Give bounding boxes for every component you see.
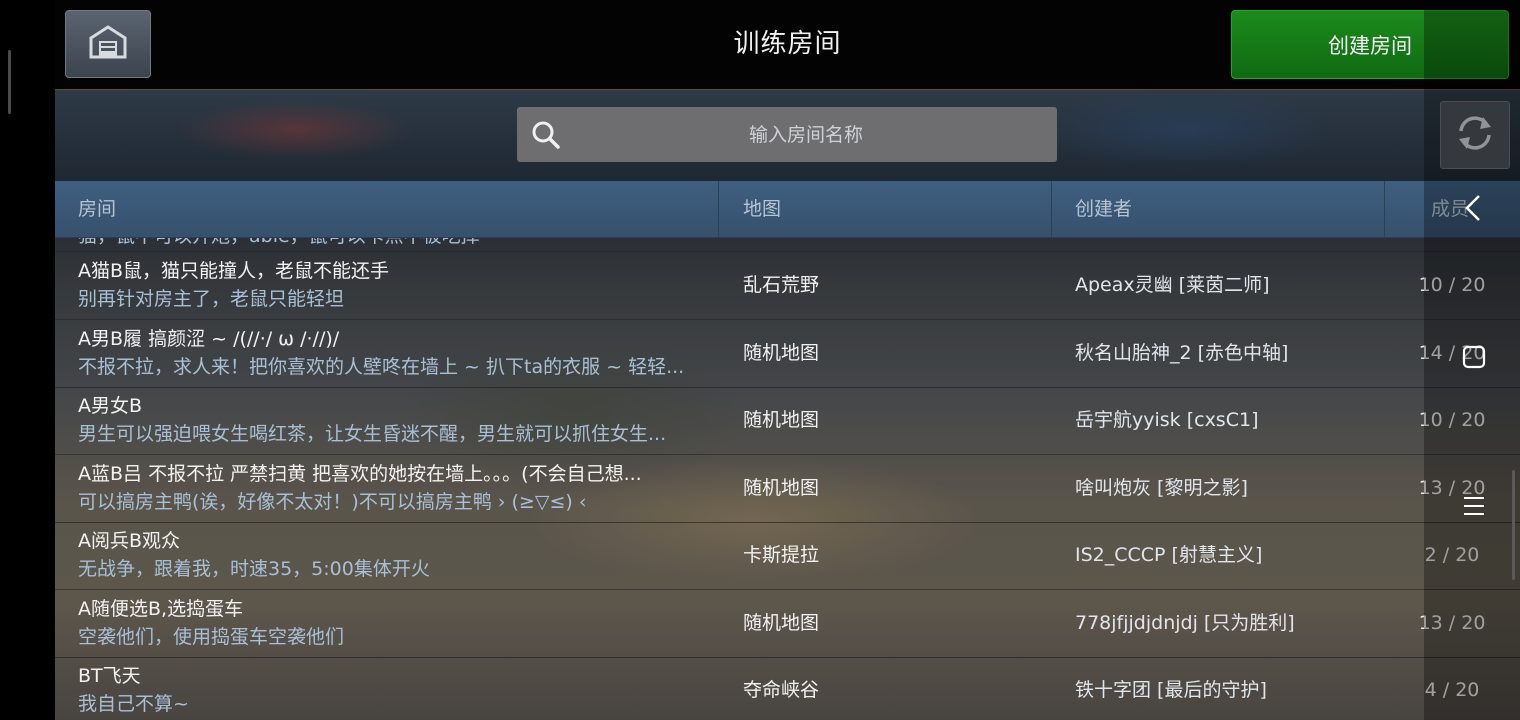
column-divider bbox=[718, 181, 719, 237]
table-header: 房间 地图 创建者 成员 bbox=[55, 181, 1520, 238]
search-input[interactable] bbox=[517, 107, 1057, 162]
room-map: 卡斯提拉 bbox=[743, 544, 820, 566]
room-map: 随机地图 bbox=[743, 409, 820, 431]
room-description: 可以搞房主鸭(诶，好像不太对！)不可以搞房主鸭 › (≥▽≤) ‹ bbox=[78, 491, 587, 513]
room-description: 不报不拉，求人来！把你喜欢的人壁咚在墙上 ~ 扒下ta的衣服 ~ 轻轻... bbox=[78, 356, 685, 378]
side-handle[interactable] bbox=[8, 50, 11, 114]
top-bar: 训练房间 创建房间 bbox=[55, 0, 1520, 90]
table-row[interactable]: A随便选B,选捣蛋车空袭他们，使用捣蛋车空袭他们 随机地图 778jfjjdjd… bbox=[55, 590, 1520, 658]
room-name: BT飞天 bbox=[78, 665, 141, 687]
table-row[interactable]: A男女B 男生可以强迫喂女生喝红茶，让女生昏迷不醒，男生就可以抓住女生... 随机… bbox=[55, 387, 1520, 455]
room-description: 男生可以强迫喂女生喝红茶，让女生昏迷不醒，男生就可以抓住女生... bbox=[78, 423, 667, 445]
table-row[interactable]: A阅兵B观众无战争，跟着我，时速35，5:00集体开火 卡斯提拉 IS2_CCC… bbox=[55, 522, 1520, 590]
room-map: 随机地图 bbox=[743, 342, 820, 364]
room-members: 10 / 20 bbox=[1418, 274, 1486, 296]
back-button[interactable] bbox=[1456, 192, 1492, 228]
room-name: A男女B bbox=[78, 395, 143, 417]
column-divider bbox=[1051, 181, 1052, 237]
search-box[interactable] bbox=[517, 107, 1057, 162]
scrollbar[interactable] bbox=[1512, 470, 1515, 580]
column-header-room[interactable]: 房间 bbox=[78, 181, 116, 237]
room-creator: 铁十字团 [最后的守护] bbox=[1075, 679, 1267, 701]
back-icon bbox=[1462, 193, 1486, 227]
table-row[interactable]: A男B履 搞颜涩 ~ /(//·/ ω /·//)/ 不报不拉，求人来！把你喜欢的… bbox=[55, 320, 1520, 388]
home-button[interactable] bbox=[65, 10, 151, 78]
refresh-icon bbox=[1453, 111, 1497, 159]
room-members: 4 / 20 bbox=[1424, 679, 1480, 701]
table-row[interactable]: 猫，鼠不可以开炮，able，鼠可以卡点不被吃掉 bbox=[55, 238, 1520, 252]
create-room-button[interactable]: 创建房间 bbox=[1231, 10, 1509, 79]
column-header-map[interactable]: 地图 bbox=[743, 181, 781, 237]
room-members: 10 / 20 bbox=[1418, 409, 1486, 431]
room-name: A随便选B,选捣蛋车 bbox=[78, 598, 244, 620]
room-creator: 778jfjjdjdnjdj [只为胜利] bbox=[1075, 612, 1295, 634]
recent-apps-icon bbox=[1461, 344, 1487, 374]
room-name: A蓝B吕 不报不拉 严禁扫黄 把喜欢的她按在墙上。。。(不会自己想... bbox=[78, 463, 642, 485]
menu-icon bbox=[1461, 494, 1487, 522]
room-map: 随机地图 bbox=[743, 612, 820, 634]
room-name: A男B履 搞颜涩 ~ /(//·/ ω /·//)/ bbox=[78, 328, 340, 350]
table-row[interactable]: A猫B鼠，猫只能撞人，老鼠不能还手 别再针对房主了，老鼠只能轻坦 乱石荒野 Ape… bbox=[55, 252, 1520, 320]
room-description: 无战争，跟着我，时速35，5:00集体开火 bbox=[78, 558, 430, 580]
garage-home-icon bbox=[88, 24, 128, 64]
left-edge bbox=[0, 0, 55, 720]
table-row[interactable]: BT飞天我自己不算~ 夺命峡谷 铁十字团 [最后的守护] 4 / 20 bbox=[55, 657, 1520, 720]
room-members: 13 / 20 bbox=[1418, 612, 1486, 634]
recent-apps-button[interactable] bbox=[1456, 341, 1492, 377]
room-description: 别再针对房主了，老鼠只能轻坦 bbox=[78, 288, 345, 310]
background-blur bbox=[1035, 90, 1335, 170]
background-blur bbox=[175, 100, 415, 160]
room-description: 空袭他们，使用捣蛋车空袭他们 bbox=[78, 626, 345, 648]
room-map: 随机地图 bbox=[743, 477, 820, 499]
room-list-panel: 房间 地图 创建者 成员 猫，鼠不可以开炮，able，鼠可以卡点不被吃掉 A猫B… bbox=[55, 90, 1520, 720]
room-name: A阅兵B观众 bbox=[78, 530, 181, 552]
room-description: 猫，鼠不可以开炮，able，鼠可以卡点不被吃掉 bbox=[78, 238, 710, 251]
room-creator: IS2_CCCP [射慧主义] bbox=[1075, 544, 1263, 566]
room-map: 夺命峡谷 bbox=[743, 679, 820, 701]
room-name: A猫B鼠，猫只能撞人，老鼠不能还手 bbox=[78, 260, 390, 282]
room-map: 乱石荒野 bbox=[743, 274, 820, 296]
table-row[interactable]: A蓝B吕 不报不拉 严禁扫黄 把喜欢的她按在墙上。。。(不会自己想... 可以搞房… bbox=[55, 455, 1520, 523]
column-header-creator[interactable]: 创建者 bbox=[1075, 181, 1132, 237]
room-creator: 岳宇航yyisk [cxsC1] bbox=[1075, 409, 1259, 431]
room-description: 我自己不算~ bbox=[78, 693, 189, 715]
room-creator: 啥叫炮灰 [黎明之影] bbox=[1075, 477, 1248, 499]
room-members: 2 / 20 bbox=[1424, 544, 1480, 566]
refresh-button[interactable] bbox=[1440, 101, 1510, 169]
menu-button[interactable] bbox=[1456, 490, 1492, 526]
room-creator: Apeax灵幽 [莱茵二师] bbox=[1075, 274, 1270, 296]
room-creator: 秋名山胎神_2 [赤色中轴] bbox=[1075, 342, 1289, 364]
column-divider bbox=[1384, 181, 1385, 237]
